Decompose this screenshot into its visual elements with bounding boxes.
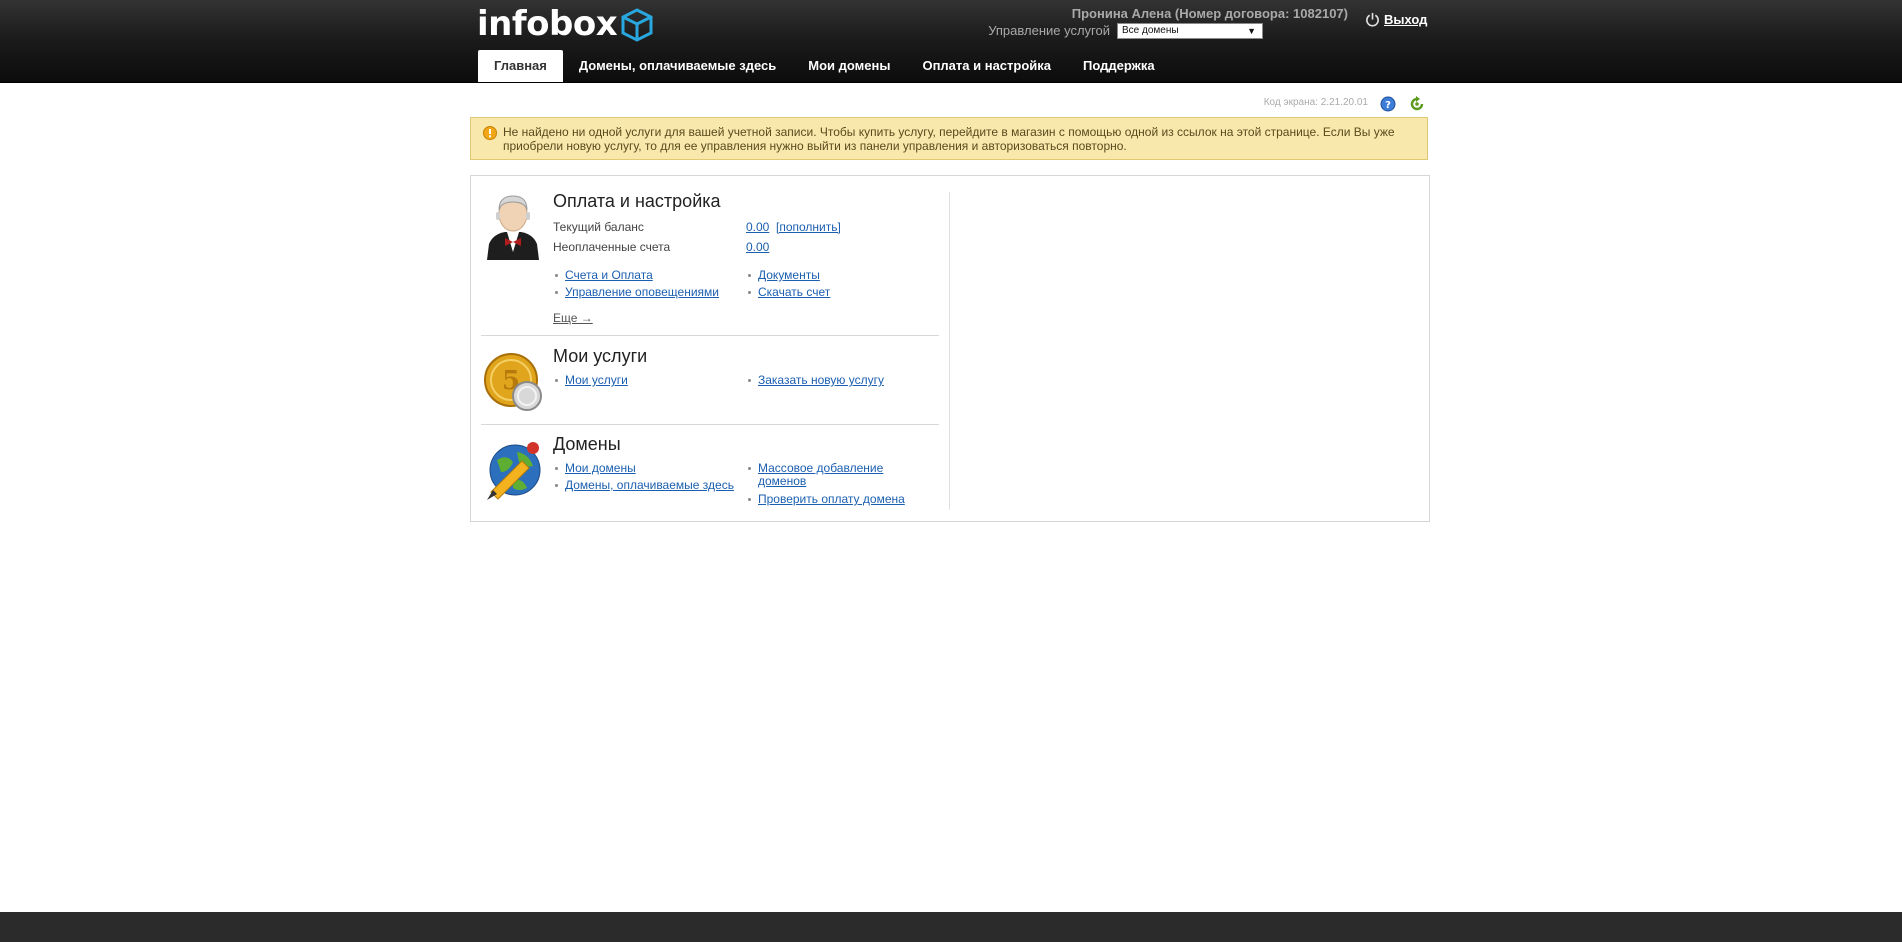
balance-label: Текущий баланс	[553, 220, 644, 234]
my-services-link[interactable]: Мои услуги	[555, 374, 628, 387]
dashboard-panel: Оплата и настройка Текущий баланс 0.00 […	[470, 175, 1430, 522]
notifications-settings-link[interactable]: Управление оповещениями	[555, 286, 719, 299]
column-divider	[949, 192, 950, 510]
unpaid-invoices-label: Неоплаченные счета	[553, 240, 671, 254]
help-icon[interactable]: ?	[1380, 96, 1396, 112]
service-select-value: Все домены	[1122, 25, 1179, 36]
logout-link[interactable]: Выход	[1384, 12, 1427, 27]
section-divider	[481, 335, 939, 336]
globe-pencil-icon	[487, 442, 541, 500]
tab-support[interactable]: Поддержка	[1067, 50, 1171, 82]
service-management-label: Управление услугой	[988, 23, 1110, 38]
tab-domains-paid-here[interactable]: Домены, оплачиваемые здесь	[563, 50, 792, 82]
top-header: infobox Пронина Алена (Номер договора: 1…	[0, 0, 1902, 83]
screen-code: Код экрана: 2.21.20.01	[1263, 97, 1368, 108]
more-link[interactable]: Еще →	[553, 311, 593, 325]
services-section-title: Мои услуги	[553, 346, 648, 366]
check-domain-payment-link[interactable]: Проверить оплату домена	[748, 493, 905, 506]
butler-icon	[487, 195, 539, 260]
bulk-add-domains-link[interactable]: Массовое добавление доменов	[747, 461, 884, 488]
download-invoice-link[interactable]: Скачать счет	[747, 286, 830, 299]
billing-section-title: Оплата и настройка	[553, 191, 721, 211]
domains-section-title: Домены	[553, 434, 621, 454]
domains-paid-here-link[interactable]: Домены, оплачиваемые здесь	[555, 479, 734, 492]
user-account-info: Пронина Алена (Номер договора: 1082107)	[1071, 6, 1348, 21]
logo-text: infobox	[477, 4, 618, 44]
tab-home[interactable]: Главная	[478, 50, 563, 82]
section-divider	[481, 424, 939, 425]
cube-icon	[621, 8, 653, 42]
balance-value-link[interactable]: 0.00	[746, 220, 769, 234]
alert-message: Не найдено ни одной услуги для вашей уче…	[503, 125, 1395, 153]
main-nav: Главная Домены, оплачиваемые здесь Мои д…	[478, 50, 1171, 82]
my-domains-link[interactable]: Мои домены	[555, 462, 636, 475]
tab-my-domains[interactable]: Мои домены	[792, 50, 906, 82]
service-select[interactable]: Все домены ▼	[1117, 23, 1263, 39]
warning-icon	[483, 126, 497, 140]
logout-control[interactable]: Выход	[1365, 12, 1427, 27]
page-footer	[0, 912, 1902, 942]
bulk-add-domains-line-1: Массовое добавление	[758, 461, 884, 475]
unpaid-invoices-value-link[interactable]: 0.00	[746, 240, 769, 254]
infobox-logo[interactable]: infobox	[477, 4, 653, 44]
refresh-icon[interactable]	[1409, 96, 1425, 112]
svg-text:?: ?	[1385, 100, 1391, 111]
documents-link[interactable]: Документы	[748, 269, 820, 282]
order-new-service-link[interactable]: Заказать новую услугу	[748, 374, 884, 387]
tab-billing-settings[interactable]: Оплата и настройка	[906, 50, 1067, 82]
power-icon	[1366, 12, 1379, 27]
topup-link[interactable]: [пополнить]	[776, 220, 841, 234]
no-services-alert: Не найдено ни одной услуги для вашей уче…	[470, 117, 1428, 160]
invoices-payments-link[interactable]: Счета и Оплата	[555, 269, 653, 282]
coins-icon: 5	[484, 353, 542, 411]
bulk-add-domains-line-2: доменов	[758, 474, 807, 488]
dropdown-arrow-icon: ▼	[1247, 26, 1256, 36]
